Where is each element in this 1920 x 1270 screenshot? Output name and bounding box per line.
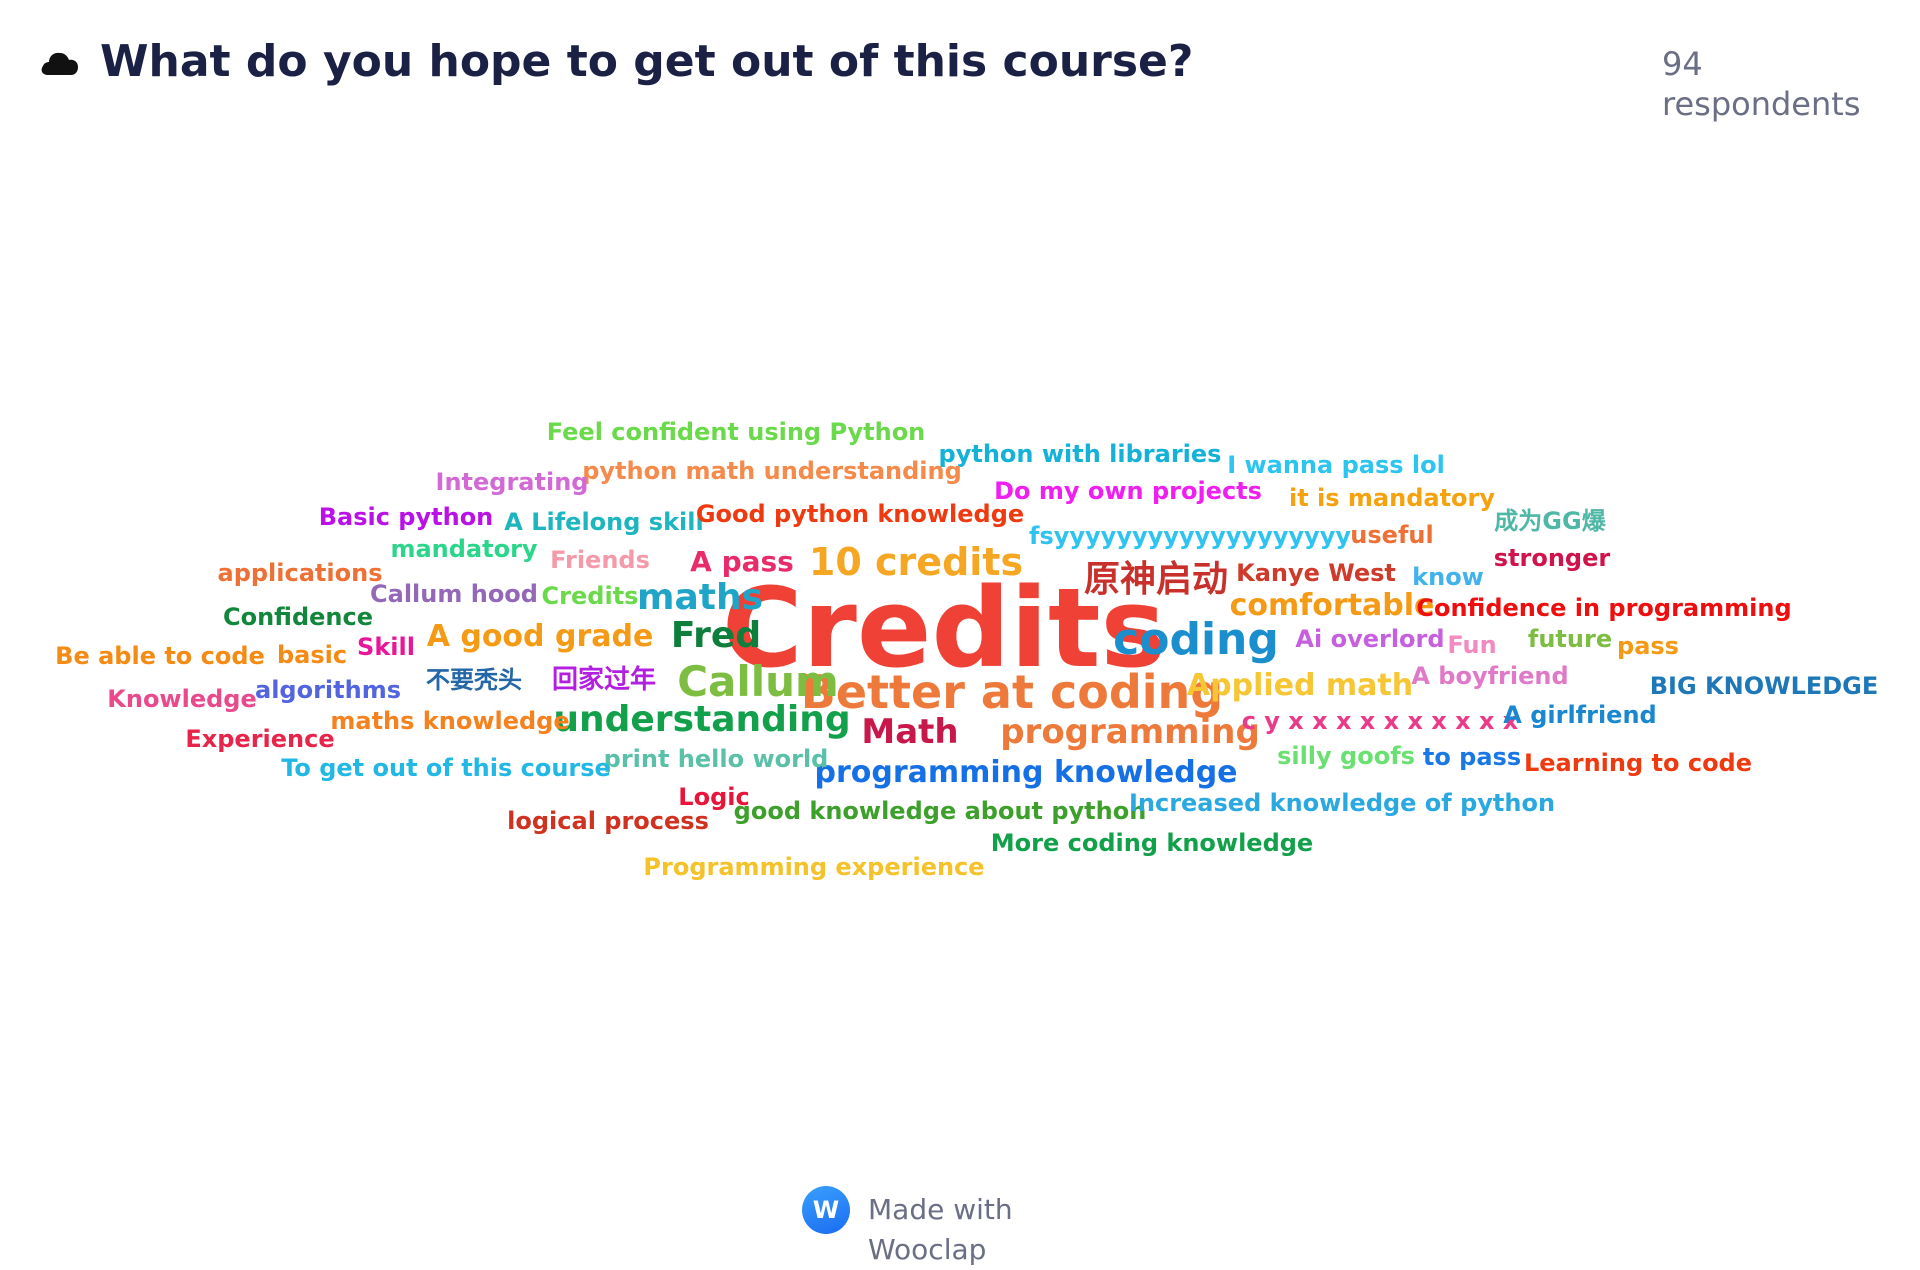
cloud-word: it is mandatory xyxy=(1288,484,1496,512)
cloud-word: Programming experience xyxy=(643,853,985,881)
cloud-word: know xyxy=(1412,563,1484,591)
cloud-word: 成为GG爆 xyxy=(1494,507,1606,535)
cloud-word: Callum hood xyxy=(370,580,538,608)
cloud-word: programming xyxy=(1000,712,1260,752)
cloud-word: Applied math xyxy=(1186,668,1414,703)
cloud-word: python with libraries xyxy=(938,440,1222,468)
cloud-word: BIG KNOWLEDGE xyxy=(1649,672,1879,700)
cloud-word: Learning to code xyxy=(1523,749,1753,777)
cloud-word: mandatory xyxy=(390,535,538,563)
cloud-word: print hello world xyxy=(603,745,829,773)
cloud-word: c y x x x x x x x x x x xyxy=(1241,707,1519,735)
cloud-word: Better at coding xyxy=(800,665,1224,719)
cloud-word: Knowledge xyxy=(107,685,257,713)
cloud-word: 原神启动 xyxy=(1083,559,1229,600)
cloud-word: A pass xyxy=(690,545,794,578)
cloud-word: More coding knowledge xyxy=(990,829,1314,857)
wooclap-logo-icon[interactable]: W xyxy=(802,1186,850,1234)
cloud-word: coding xyxy=(1113,614,1279,665)
cloud-word: Friends xyxy=(550,546,650,574)
cloud-word: Fred xyxy=(670,615,762,656)
cloud-word: to pass xyxy=(1422,743,1522,771)
cloud-word: understanding xyxy=(553,699,851,740)
word-cloud: Credits Better at coding coding Callum 1… xyxy=(0,0,1920,1262)
cloud-word: Fun xyxy=(1447,631,1497,659)
cloud-word: silly goofs xyxy=(1277,742,1415,770)
cloud-word: Credits xyxy=(541,582,639,610)
cloud-word: comfortable xyxy=(1229,588,1435,623)
cloud-word: Callum xyxy=(677,657,839,706)
cloud-word: pass xyxy=(1617,632,1679,660)
cloud-word: Ai overlord xyxy=(1295,625,1445,653)
cloud-word: A girlfriend xyxy=(1503,701,1657,729)
cloud-word: Experience xyxy=(185,725,335,753)
cloud-word: Do my own projects xyxy=(994,477,1262,505)
cloud-word: python math understanding xyxy=(582,457,962,485)
cloud-word: fsyyyyyyyyyyyyyyyyyyy xyxy=(1029,522,1351,550)
cloud-word: To get out of this course xyxy=(281,754,611,782)
cloud-word: A boyfriend xyxy=(1411,662,1569,690)
cloud-word: A good grade xyxy=(426,619,654,654)
cloud-word: Skill xyxy=(357,633,415,661)
cloud-word: 10 credits xyxy=(808,540,1024,584)
cloud-word: algorithms xyxy=(254,676,402,704)
cloud-word: programming knowledge xyxy=(814,755,1238,790)
cloud-word: Confidence xyxy=(222,603,374,631)
cloud-word: future xyxy=(1527,625,1613,653)
cloud-word: Feel confident using Python xyxy=(546,418,926,446)
cloud-word: Kanye West xyxy=(1236,559,1396,587)
cloud-word: maths knowledge xyxy=(330,707,570,735)
cloud-word: Be able to code xyxy=(55,642,265,670)
cloud-word: Math xyxy=(861,712,959,752)
cloud-word: stronger xyxy=(1493,544,1611,572)
cloud-word: Good python knowledge xyxy=(695,500,1025,528)
cloud-word: logical process xyxy=(507,807,709,835)
cloud-word: 不要秃头 xyxy=(426,666,522,694)
cloud-word: 回家过年 xyxy=(551,665,657,695)
cloud-word: I wanna pass lol xyxy=(1227,451,1445,479)
cloud-word: A Lifelong skill xyxy=(504,508,704,536)
footer: W Made with Wooclap xyxy=(802,1186,1028,1270)
cloud-word: useful xyxy=(1350,521,1434,549)
cloud-word: Basic python xyxy=(318,503,494,531)
cloud-word: Confidence in programming xyxy=(1416,594,1792,622)
cloud-word: Integrating xyxy=(435,468,589,496)
cloud-word: good knowledge about python xyxy=(733,797,1147,825)
cloud-word: basic xyxy=(276,641,348,669)
cloud-word: applications xyxy=(217,559,383,587)
cloud-word: maths xyxy=(636,577,764,618)
made-with-link[interactable]: Made with Wooclap xyxy=(868,1190,1028,1270)
cloud-word: Increased knowledge of python xyxy=(1128,789,1556,817)
